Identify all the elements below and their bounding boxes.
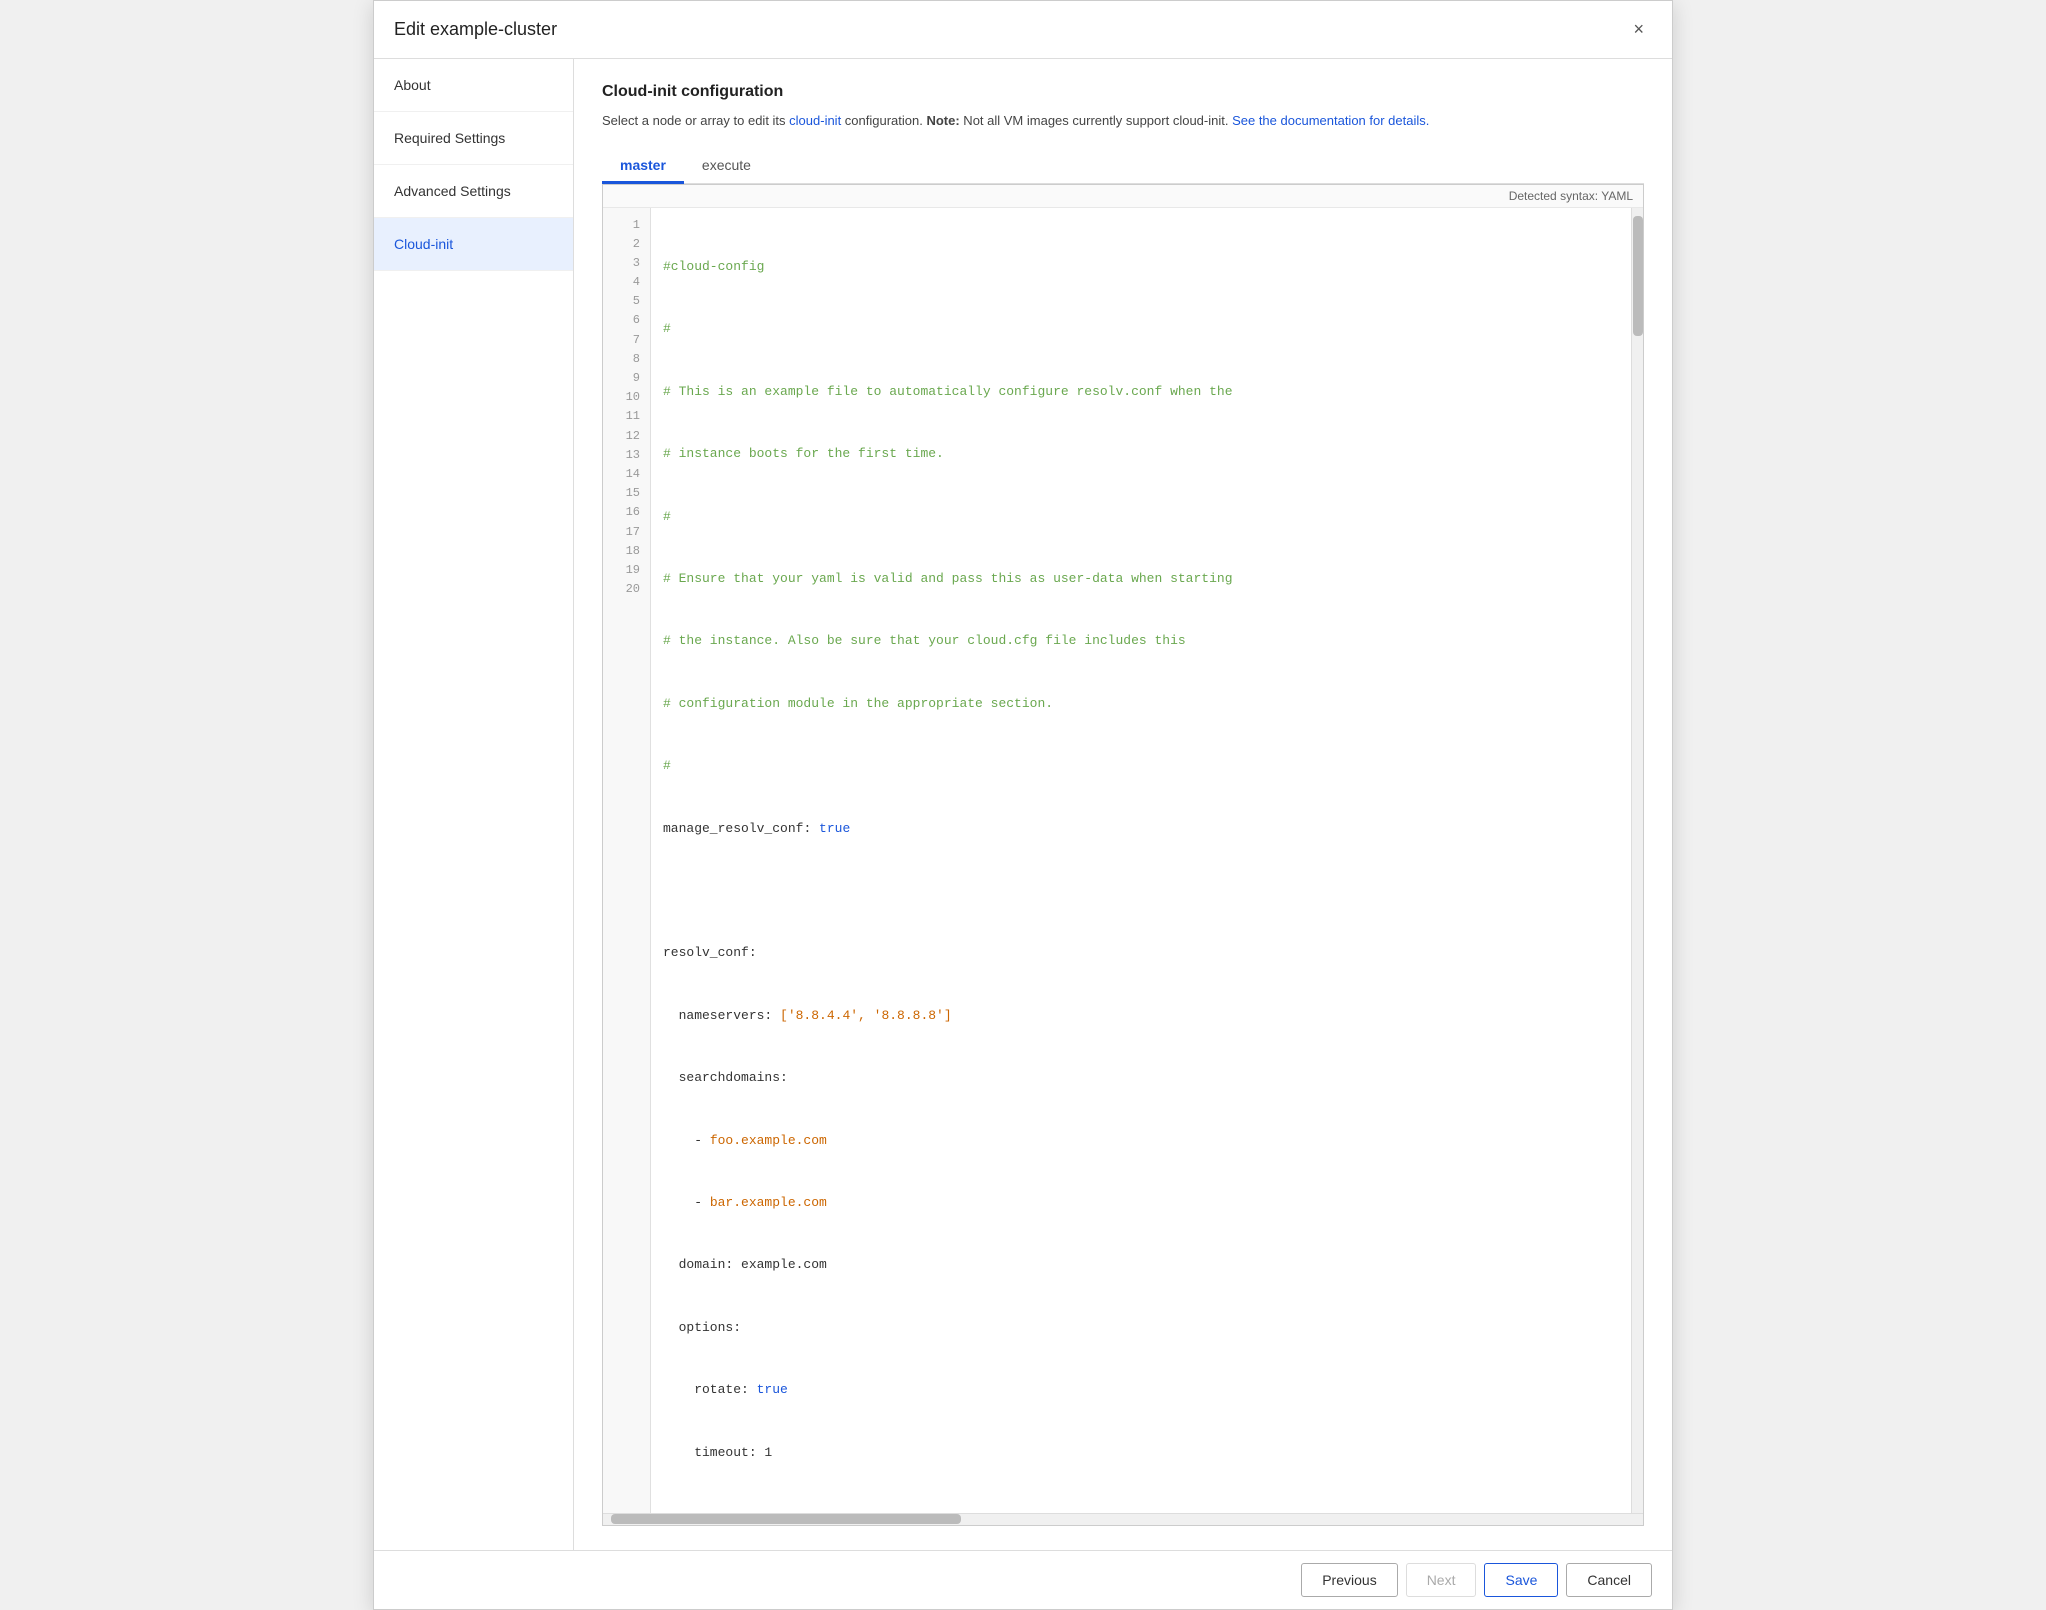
code-line-14: searchdomains: xyxy=(663,1068,1619,1089)
code-line-19: rotate: true xyxy=(663,1380,1619,1401)
code-line-9: # xyxy=(663,756,1619,777)
code-line-12: resolv_conf: xyxy=(663,943,1619,964)
tabs: master execute xyxy=(602,149,1644,184)
ln-7: 7 xyxy=(603,331,650,350)
tab-execute-label: execute xyxy=(702,157,751,173)
cloud-init-link[interactable]: cloud-init xyxy=(789,113,841,128)
cancel-button[interactable]: Cancel xyxy=(1566,1563,1652,1597)
editor-area[interactable]: 1 2 3 4 5 6 7 8 9 10 11 xyxy=(603,208,1631,1513)
vertical-scrollbar[interactable] xyxy=(1631,208,1643,1513)
description-bold: Note: xyxy=(926,113,959,128)
main-content: Cloud-init configuration Select a node o… xyxy=(574,59,1672,1550)
description-text2: configuration. xyxy=(841,113,926,128)
docs-link[interactable]: See the documentation for details. xyxy=(1232,113,1429,128)
ln-16: 16 xyxy=(603,503,650,522)
code-line-11 xyxy=(663,881,1619,902)
code-line-7: # the instance. Also be sure that your c… xyxy=(663,631,1619,652)
sidebar-item-label: Cloud-init xyxy=(394,236,453,252)
editor-status-bar: Detected syntax: YAML xyxy=(603,185,1643,208)
dialog-header: Edit example-cluster × xyxy=(374,1,1672,59)
edit-cluster-dialog: Edit example-cluster × About Required Se… xyxy=(373,0,1673,1610)
next-button[interactable]: Next xyxy=(1406,1563,1477,1597)
description: Select a node or array to edit its cloud… xyxy=(602,111,1644,131)
ln-12: 12 xyxy=(603,427,650,446)
sidebar-item-label: About xyxy=(394,77,431,93)
sidebar-item-advanced-settings[interactable]: Advanced Settings xyxy=(374,165,573,218)
ln-9: 9 xyxy=(603,369,650,388)
code-line-6: # Ensure that your yaml is valid and pas… xyxy=(663,569,1619,590)
ln-15: 15 xyxy=(603,484,650,503)
code-line-2: # xyxy=(663,319,1619,340)
ln-5: 5 xyxy=(603,292,650,311)
sidebar-item-label: Advanced Settings xyxy=(394,183,511,199)
ln-14: 14 xyxy=(603,465,650,484)
code-line-3: # This is an example file to automatical… xyxy=(663,382,1619,403)
code-line-18: options: xyxy=(663,1318,1619,1339)
code-line-13: nameservers: ['8.8.4.4', '8.8.8.8'] xyxy=(663,1006,1619,1027)
sidebar-item-cloud-init[interactable]: Cloud-init xyxy=(374,218,573,271)
ln-19: 19 xyxy=(603,561,650,580)
dialog-footer: Previous Next Save Cancel xyxy=(374,1550,1672,1609)
editor-wrapper: Detected syntax: YAML 1 2 3 4 5 6 7 xyxy=(602,184,1644,1526)
tabs-and-editor: master execute Detected syntax: YAML 1 2 xyxy=(602,149,1644,1526)
save-button[interactable]: Save xyxy=(1484,1563,1558,1597)
ln-17: 17 xyxy=(603,523,650,542)
dialog-body: About Required Settings Advanced Setting… xyxy=(374,59,1672,1550)
ln-13: 13 xyxy=(603,446,650,465)
ln-3: 3 xyxy=(603,254,650,273)
tab-execute[interactable]: execute xyxy=(684,149,769,184)
previous-button[interactable]: Previous xyxy=(1301,1563,1397,1597)
code-line-5: # xyxy=(663,507,1619,528)
horizontal-scrollbar[interactable] xyxy=(603,1513,1643,1525)
tab-master[interactable]: master xyxy=(602,149,684,184)
scrollbar-thumb[interactable] xyxy=(1633,216,1643,336)
code-line-4: # instance boots for the first time. xyxy=(663,444,1619,465)
sidebar-item-required-settings[interactable]: Required Settings xyxy=(374,112,573,165)
ln-4: 4 xyxy=(603,273,650,292)
close-button[interactable]: × xyxy=(1625,15,1652,44)
ln-10: 10 xyxy=(603,388,650,407)
description-text3: Not all VM images currently support clou… xyxy=(960,113,1232,128)
ln-11: 11 xyxy=(603,407,650,426)
sidebar-item-about[interactable]: About xyxy=(374,59,573,112)
code-line-1: #cloud-config xyxy=(663,257,1619,278)
tab-master-label: master xyxy=(620,157,666,173)
ln-18: 18 xyxy=(603,542,650,561)
ln-6: 6 xyxy=(603,311,650,330)
code-line-16: - bar.example.com xyxy=(663,1193,1619,1214)
ln-2: 2 xyxy=(603,235,650,254)
sidebar-item-label: Required Settings xyxy=(394,130,505,146)
code-line-10: manage_resolv_conf: true xyxy=(663,819,1619,840)
section-title: Cloud-init configuration xyxy=(602,83,1644,101)
ln-8: 8 xyxy=(603,350,650,369)
code-line-20: timeout: 1 xyxy=(663,1443,1619,1464)
sidebar: About Required Settings Advanced Setting… xyxy=(374,59,574,1550)
code-content[interactable]: #cloud-config # # This is an example fil… xyxy=(651,208,1631,1513)
ln-20: 20 xyxy=(603,580,650,599)
line-numbers: 1 2 3 4 5 6 7 8 9 10 11 xyxy=(603,208,651,1513)
code-line-15: - foo.example.com xyxy=(663,1131,1619,1152)
dialog-title: Edit example-cluster xyxy=(394,19,557,40)
description-text1: Select a node or array to edit its xyxy=(602,113,789,128)
h-scrollbar-thumb[interactable] xyxy=(611,1514,961,1524)
code-line-17: domain: example.com xyxy=(663,1255,1619,1276)
code-line-8: # configuration module in the appropriat… xyxy=(663,694,1619,715)
ln-1: 1 xyxy=(603,216,650,235)
